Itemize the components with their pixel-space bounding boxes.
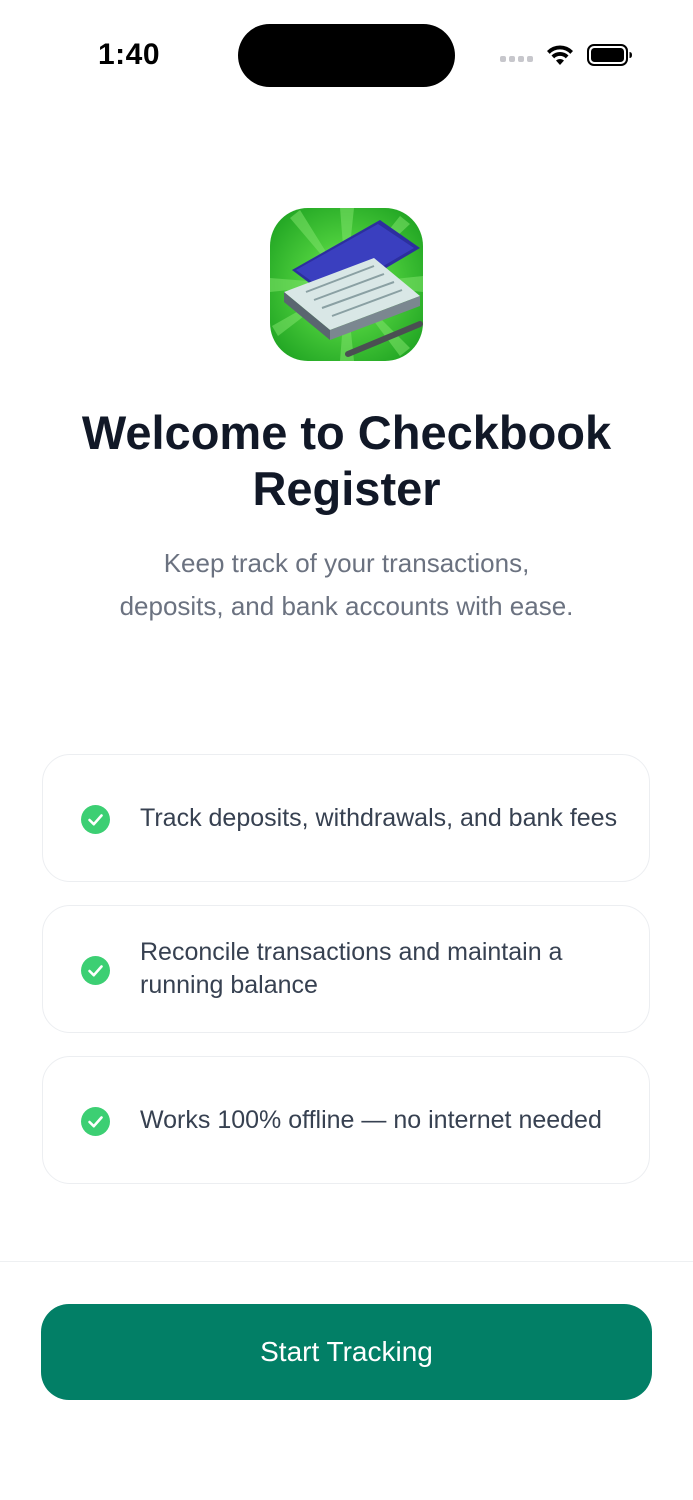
checkbook-icon [270,208,423,361]
cellular-signal-icon [500,56,533,62]
wifi-icon [547,45,573,65]
dynamic-island [238,24,455,87]
check-circle-icon [81,805,110,834]
footer-divider [0,1261,693,1262]
check-circle-icon [81,956,110,985]
status-time: 1:40 [98,38,161,71]
feature-card: Track deposits, withdrawals, and bank fe… [42,754,650,882]
start-tracking-button[interactable]: Start Tracking [41,1304,652,1400]
feature-card: Works 100% offline — no internet needed [42,1056,650,1184]
welcome-subtitle: Keep track of your transactions, deposit… [119,548,574,621]
feature-text: Reconcile transactions and maintain a ru… [140,938,563,999]
feature-text: Track deposits, withdrawals, and bank fe… [140,803,618,832]
battery-icon [587,44,632,66]
feature-card: Reconcile transactions and maintain a ru… [42,905,650,1033]
check-circle-icon [81,1107,110,1136]
status-bar: 1:40 [0,0,693,110]
status-icons [500,40,633,70]
welcome-title: Welcome to Checkbook Register [81,406,612,515]
feature-text: Works 100% offline — no internet needed [140,1105,602,1134]
